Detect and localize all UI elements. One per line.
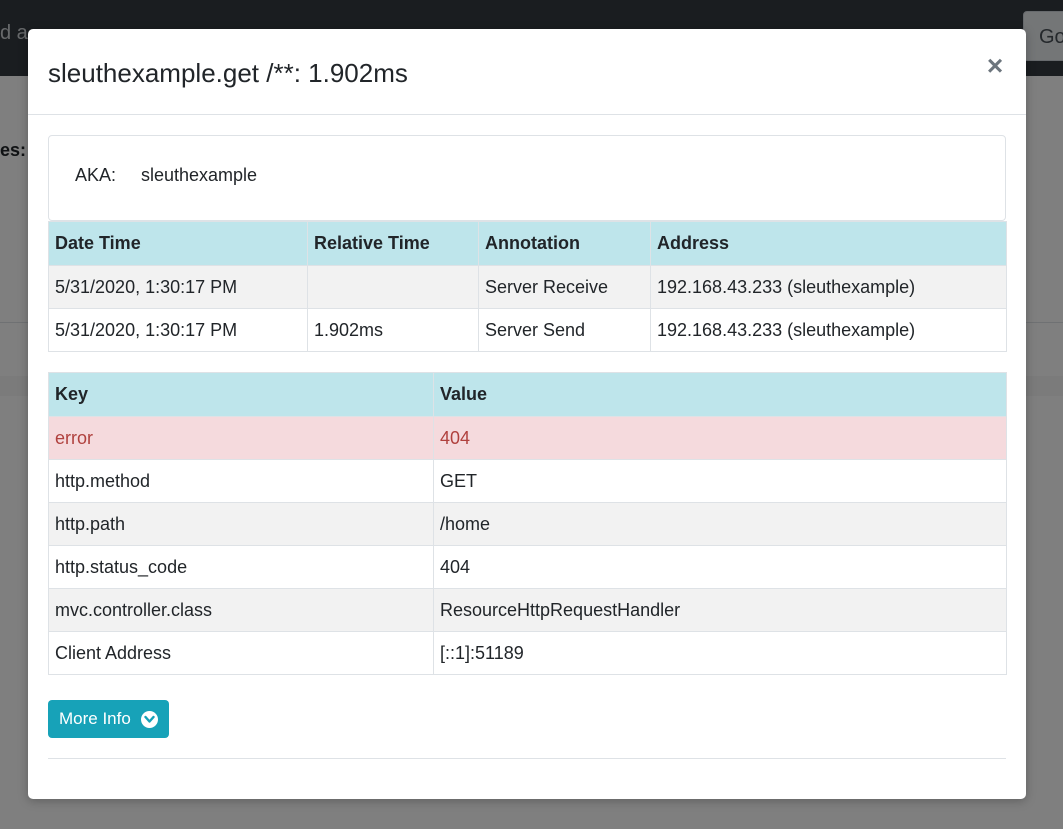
date-time-cell: 5/31/2020, 1:30:17 PM (48, 265, 308, 309)
modal-title: sleuthexample.get /**: 1.902ms (48, 58, 408, 88)
annotations-header-row: Date Time Relative Time Annotation Addre… (48, 221, 1007, 266)
table-row: mvc.controller.class ResourceHttpRequest… (48, 588, 1007, 632)
table-row: 5/31/2020, 1:30:17 PM 1.902ms Server Sen… (48, 308, 1007, 352)
aka-panel: AKA: sleuthexample (48, 135, 1006, 221)
more-info-button[interactable]: More Info (48, 700, 169, 738)
key-cell: http.path (48, 502, 434, 546)
column-header-key: Key (48, 372, 434, 417)
tags-table: Key Value error 404 http.method GET http… (48, 372, 1007, 675)
column-header-address: Address (650, 221, 1007, 266)
value-cell: 404 (433, 545, 1007, 589)
key-cell: http.method (48, 459, 434, 503)
close-button[interactable]: × (984, 51, 1006, 81)
column-header-date-time: Date Time (48, 221, 308, 266)
tags-header-row: Key Value (48, 372, 1007, 417)
table-row: 5/31/2020, 1:30:17 PM Server Receive 192… (48, 265, 1007, 309)
value-cell: GET (433, 459, 1007, 503)
column-header-relative-time: Relative Time (307, 221, 479, 266)
value-cell: ResourceHttpRequestHandler (433, 588, 1007, 632)
table-row: Client Address [::1]:51189 (48, 631, 1007, 675)
annotation-cell: Server Receive (478, 265, 651, 309)
chevron-down-circle-icon (141, 711, 158, 728)
value-cell: [::1]:51189 (433, 631, 1007, 675)
key-cell: Client Address (48, 631, 434, 675)
key-cell: error (48, 416, 434, 460)
annotation-cell: Server Send (478, 308, 651, 352)
relative-time-cell: 1.902ms (307, 308, 479, 352)
table-row-error: error 404 (48, 416, 1007, 460)
key-cell: http.status_code (48, 545, 434, 589)
address-cell: 192.168.43.233 (sleuthexample) (650, 265, 1007, 309)
annotations-table: Date Time Relative Time Annotation Addre… (48, 221, 1007, 352)
more-info-label: More Info (59, 709, 131, 728)
table-row: http.method GET (48, 459, 1007, 503)
modal-bottom-divider (48, 758, 1006, 759)
aka-label: AKA: (75, 165, 117, 185)
date-time-cell: 5/31/2020, 1:30:17 PM (48, 308, 308, 352)
modal-header: sleuthexample.get /**: 1.902ms × (28, 29, 1026, 115)
address-cell: 192.168.43.233 (sleuthexample) (650, 308, 1007, 352)
aka-value: sleuthexample (141, 165, 258, 185)
column-header-value: Value (433, 372, 1007, 417)
value-cell: /home (433, 502, 1007, 546)
relative-time-cell (307, 265, 479, 309)
table-row: http.path /home (48, 502, 1007, 546)
table-row: http.status_code 404 (48, 545, 1007, 589)
value-cell: 404 (433, 416, 1007, 460)
column-header-annotation: Annotation (478, 221, 651, 266)
span-detail-modal: sleuthexample.get /**: 1.902ms × AKA: sl… (28, 29, 1026, 799)
key-cell: mvc.controller.class (48, 588, 434, 632)
